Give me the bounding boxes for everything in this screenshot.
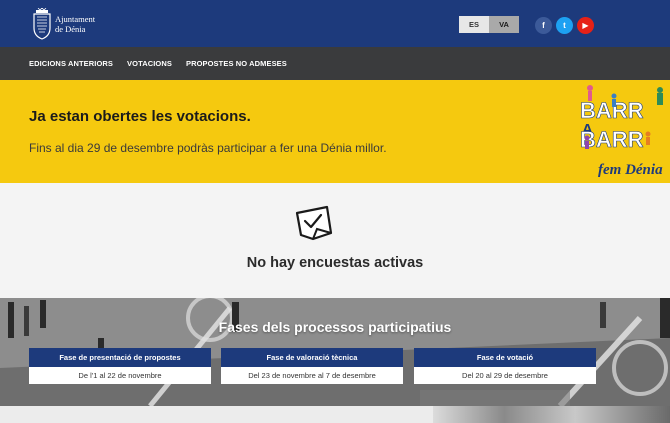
voting-banner: Ja estan obertes les votacions. Fins al … <box>0 80 670 183</box>
logo-line-1: BARR <box>580 98 644 123</box>
ballot-icon <box>295 205 333 241</box>
banner-title: Ja estan obertes les votacions. <box>29 108 251 125</box>
nav-propostes-no-admeses[interactable]: PROPOSTES NO ADMESES <box>186 59 287 68</box>
next-section-photo <box>433 406 670 423</box>
site-header: Ajuntament de Dénia ES VA f t ▶ <box>0 0 670 47</box>
phase-card-valoracio: Fase de valoració tècnica Del 23 de nove… <box>221 348 403 384</box>
phases-title: Fases dels processos participatius <box>218 319 452 335</box>
polls-section: No hay encuestas activas <box>0 183 670 298</box>
org-name-line1: Ajuntament <box>55 14 96 24</box>
youtube-icon[interactable]: ▶ <box>577 17 594 34</box>
barri-a-barri-logo: BARR A BARR fem Dénia <box>580 85 663 178</box>
crest-icon <box>33 8 51 40</box>
phase-card-dates: Del 23 de novembre al 7 de desembre <box>221 367 403 384</box>
lang-va-button[interactable]: VA <box>489 16 519 33</box>
phase-card-propostes: Fase de presentació de propostes De l'1 … <box>29 348 211 384</box>
phase-card-title: Fase de votació <box>414 348 596 367</box>
facebook-icon[interactable]: f <box>535 17 552 34</box>
nav-votacions[interactable]: VOTACIONS <box>127 59 172 68</box>
site-logo[interactable]: Ajuntament de Dénia <box>32 8 95 40</box>
banner-subtitle: Fins al dia 29 de desembre podràs partic… <box>29 141 387 155</box>
phase-card-dates: De l'1 al 22 de novembre <box>29 367 211 384</box>
phase-card-title: Fase de valoració tècnica <box>221 348 403 367</box>
nav-edicions-anteriors[interactable]: EDICIONS ANTERIORS <box>29 59 113 68</box>
org-name-line2: de Dénia <box>55 24 86 34</box>
org-name: Ajuntament de Dénia <box>55 14 95 34</box>
main-nav: EDICIONS ANTERIORS VOTACIONS PROPOSTES N… <box>0 47 670 80</box>
logo-line-4: fem Dénia <box>598 162 663 178</box>
phase-card-dates: Del 20 al 29 de desembre <box>414 367 596 384</box>
language-switcher: ES VA <box>459 16 519 33</box>
phases-section: Fases dels processos participatius Fase … <box>0 298 670 406</box>
no-polls-message: No hay encuestas activas <box>246 255 424 271</box>
twitter-icon[interactable]: t <box>556 17 573 34</box>
phase-card-title: Fase de presentació de propostes <box>29 348 211 367</box>
phase-card-votacio: Fase de votació Del 20 al 29 de desembre <box>414 348 596 384</box>
logo-line-3: BARR <box>580 127 644 152</box>
lang-es-button[interactable]: ES <box>459 16 489 33</box>
